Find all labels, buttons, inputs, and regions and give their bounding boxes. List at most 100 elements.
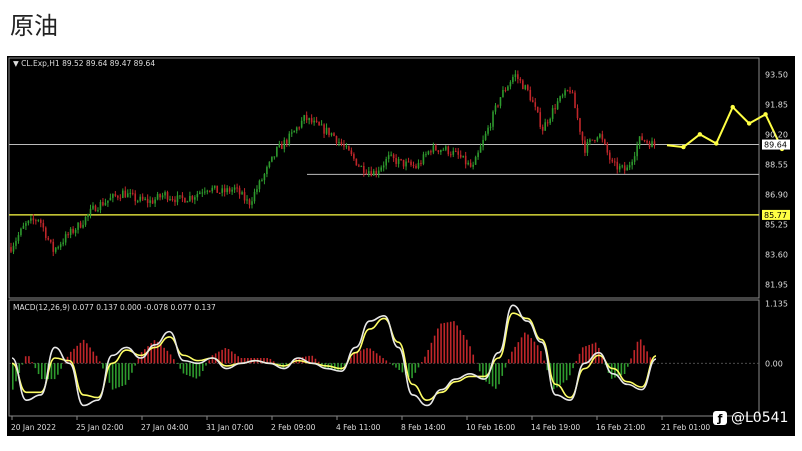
forecast-point (714, 141, 719, 146)
candle-body (194, 197, 196, 200)
instrument-info: ▼ CL.Exp,H1 89.52 89.64 89.47 89.64 (13, 59, 155, 68)
macd-hist-bar (60, 363, 62, 369)
macd-hist-bar (134, 363, 136, 366)
candle-body (422, 154, 425, 164)
macd-hist-bar (453, 321, 455, 364)
macd-hist-bar (536, 345, 539, 364)
candle-body (208, 190, 211, 192)
candle-body (268, 161, 271, 168)
macd-hist-bar (31, 362, 33, 364)
candle-body (179, 195, 181, 197)
candle-body (618, 166, 621, 170)
candle-body (623, 165, 626, 171)
macd-hist-bar (95, 355, 98, 364)
candle-body (395, 157, 397, 164)
candle-body (636, 145, 638, 157)
page-title: 原油 (10, 12, 58, 40)
support-tag: 85.77 (764, 211, 787, 220)
price-tick-label: 83.60 (765, 250, 788, 259)
candle-body (390, 154, 392, 156)
candle-body (35, 220, 37, 222)
time-tick-label: 2 Feb 09:00 (271, 423, 316, 432)
macd-hist-bar (362, 349, 365, 364)
macd-hist-bar (79, 342, 82, 364)
candle-body (288, 133, 291, 144)
candle-body (112, 194, 114, 198)
candle-body (47, 237, 50, 240)
candle-body (427, 151, 430, 155)
candle-body (536, 106, 539, 113)
candle-body (325, 127, 328, 134)
candle-body (266, 167, 268, 175)
candle-body (452, 151, 455, 155)
macd-hist-bar (82, 339, 85, 364)
candle-body (372, 170, 375, 176)
candle-body (417, 162, 420, 168)
macd-hist-bar (18, 363, 21, 373)
macd-hist-bar (73, 348, 75, 364)
candle-body (365, 172, 368, 174)
candle-body (412, 165, 415, 167)
candle-body (507, 86, 509, 91)
macd-hist-bar (440, 323, 442, 364)
macd-label: MACD(12,26,9) 0.077 0.137 0.000 -0.078 0… (13, 303, 216, 312)
macd-hist-bar (28, 356, 30, 364)
candle-body (238, 187, 241, 195)
chart-canvas[interactable]: 93.50 91.85 90.20 88.55 86.90 85.25 83.60 81.95… (7, 56, 795, 436)
candle-body (435, 145, 437, 151)
candle-body (171, 199, 174, 201)
candle-body (109, 197, 112, 201)
forecast-point (746, 121, 752, 126)
candle-body (295, 127, 298, 131)
candle-body (464, 155, 467, 165)
candle-body (487, 127, 489, 134)
candle-body (482, 139, 484, 147)
macd-hist-bar (24, 356, 27, 364)
candle-body (633, 156, 636, 162)
candle-body (37, 219, 40, 221)
macd-hist-bar (160, 344, 162, 364)
candle-body (74, 229, 77, 233)
candle-body (42, 222, 45, 228)
candle-body (392, 154, 395, 158)
candle-body (149, 200, 151, 203)
candle-body (377, 170, 380, 174)
candle-body (79, 222, 82, 228)
macd-hist-bar (552, 363, 555, 390)
candle-body (484, 133, 487, 140)
candle-body (186, 201, 189, 203)
candle-body (616, 161, 619, 170)
candle-body (584, 140, 586, 153)
macd-hist-bar (237, 356, 239, 364)
candle-body (410, 161, 412, 166)
candle-body (385, 159, 387, 166)
price-tick-label: 88.55 (765, 160, 788, 169)
candle-body (77, 222, 79, 230)
macd-hist-bar (507, 359, 510, 364)
candle-body (541, 126, 544, 131)
macd-hist-bar (89, 347, 91, 364)
candle-body (99, 202, 102, 211)
candle-body (248, 199, 251, 205)
candle-body (608, 152, 611, 160)
macd-hist-bar (382, 358, 384, 364)
candle-body (176, 195, 179, 203)
candle-body (549, 118, 551, 124)
candle-body (363, 166, 365, 173)
macd-hist-bar (417, 363, 420, 368)
candle-body (308, 118, 310, 121)
macd-hist-bar (366, 348, 368, 364)
candle-body (358, 165, 360, 167)
candle-body (330, 133, 333, 136)
candle-body (104, 202, 107, 206)
macd-main-line (11, 304, 657, 407)
macd-hist-bar (21, 363, 24, 365)
macd-hist-bar (182, 363, 185, 374)
macd-hist-bar (514, 346, 516, 364)
candle-body (236, 187, 238, 189)
candle-body (375, 170, 378, 174)
macd-hist-bar (543, 360, 545, 364)
candle-body (231, 189, 233, 192)
macd-hist-bar (176, 363, 178, 364)
candle-body (454, 151, 457, 153)
